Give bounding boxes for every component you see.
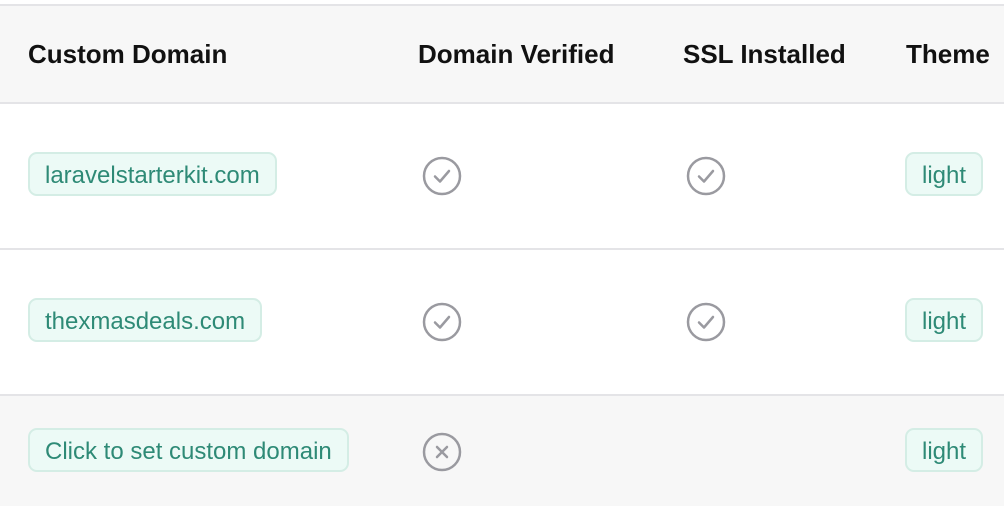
x-circle-icon (422, 432, 462, 472)
check-circle-icon (686, 302, 726, 342)
check-circle-icon (686, 156, 726, 196)
table-row[interactable]: Click to set custom domain light (0, 396, 1004, 506)
column-header-theme[interactable]: Theme (906, 6, 990, 102)
set-custom-domain-chip[interactable]: Click to set custom domain (28, 428, 349, 472)
check-circle-icon (422, 156, 462, 196)
table-row[interactable]: laravelstarterkit.com light (0, 104, 1004, 250)
column-header-ssl-installed[interactable]: SSL Installed (683, 6, 846, 102)
theme-chip[interactable]: light (905, 298, 984, 342)
domains-table: Custom Domain Domain Verified SSL Instal… (0, 0, 1004, 506)
theme-chip[interactable]: light (905, 428, 984, 472)
custom-domain-chip[interactable]: laravelstarterkit.com (28, 152, 277, 196)
column-header-custom-domain[interactable]: Custom Domain (28, 6, 227, 102)
custom-domain-chip[interactable]: thexmasdeals.com (28, 298, 263, 342)
column-header-domain-verified[interactable]: Domain Verified (418, 6, 615, 102)
theme-chip[interactable]: light (905, 152, 984, 196)
table-header-row: Custom Domain Domain Verified SSL Instal… (0, 6, 1004, 104)
check-circle-icon (422, 302, 462, 342)
table-row[interactable]: thexmasdeals.com light (0, 250, 1004, 396)
